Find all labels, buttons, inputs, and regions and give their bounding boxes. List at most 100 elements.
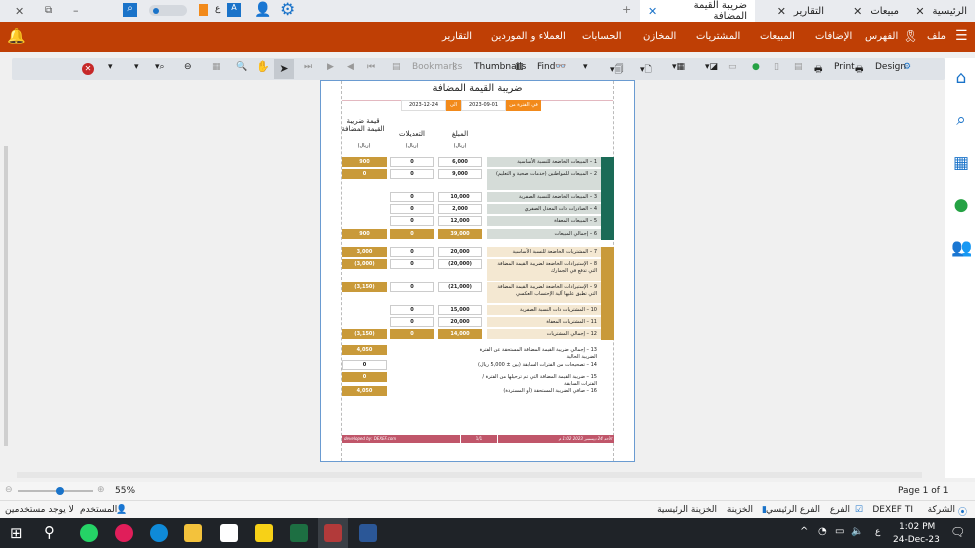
next-page-icon[interactable]: ▶ <box>327 62 334 72</box>
excel-app-icon[interactable] <box>290 524 308 542</box>
bookmarks-button[interactable]: Bookmarks <box>412 62 462 72</box>
home-icon[interactable]: ⌂ <box>951 68 971 88</box>
menu-accounts[interactable]: الحسابات <box>582 31 622 42</box>
dexef-app-active[interactable] <box>318 518 348 548</box>
close-report-icon[interactable]: ✕ <box>82 63 94 75</box>
word-app-icon[interactable] <box>359 524 377 542</box>
sticky-notes-icon[interactable] <box>255 524 273 542</box>
vertical-scrollbar[interactable] <box>3 86 9 466</box>
prev-page-icon[interactable]: ◀ <box>347 62 354 72</box>
summary-label: 14 – تصحيحات من الفترات السابقة (بين ± 5… <box>478 362 597 368</box>
minimize-window-icon[interactable]: – <box>73 4 79 17</box>
slack-app-icon[interactable] <box>115 524 133 542</box>
company-value[interactable]: DEXEF TI <box>872 505 913 515</box>
close-tab-icon[interactable]: ✕ <box>915 5 924 18</box>
close-tab-icon[interactable]: ✕ <box>648 5 657 18</box>
zoom-slider[interactable] <box>18 487 93 495</box>
more-dropdown[interactable]: ▾ <box>583 62 588 72</box>
whatsapp-icon[interactable]: ● <box>951 195 971 215</box>
tab-home[interactable]: الرئيسية ✕ <box>893 0 975 22</box>
tab-bar: ✕ ⧉ – ⌕ ع A 👤 ⚙ + ضريبة القيمة المضافة ✕ … <box>0 0 975 22</box>
network-icon[interactable]: ◔ <box>818 526 827 537</box>
parameters-icon[interactable]: ▤ <box>392 62 401 72</box>
edge-app-icon[interactable] <box>150 524 168 542</box>
menu-addons[interactable]: الإضافات <box>815 31 852 42</box>
treasury-value[interactable]: الخزينة الرئيسية <box>657 505 717 515</box>
whatsapp-send-icon[interactable]: ● <box>752 62 760 72</box>
menu-warehouses[interactable]: المخازن <box>643 31 676 42</box>
quick-print-icon[interactable]: 🖶 <box>814 62 823 78</box>
search-icon[interactable]: ⚲ <box>44 523 55 541</box>
search-icon[interactable]: ⌕ <box>951 110 971 130</box>
printer-icon[interactable]: 🖶 <box>855 62 864 78</box>
email-icon[interactable]: ▭ <box>728 62 737 72</box>
design-button[interactable]: Design <box>875 62 906 72</box>
menu-purchases[interactable]: المشتريات <box>696 31 740 42</box>
menu-sales[interactable]: المبيعات <box>760 31 795 42</box>
hand-tool-icon[interactable]: ✋ <box>256 60 270 73</box>
volume-icon[interactable]: 🔈 <box>851 526 863 537</box>
menu-file[interactable]: ملف <box>927 31 946 42</box>
horizontal-scrollbar[interactable] <box>17 472 922 478</box>
clock-date[interactable]: 24-Dec-23 <box>893 535 940 545</box>
thumbnails-button[interactable]: Thumbnails <box>474 62 526 72</box>
first-page-icon[interactable]: ⏮ <box>367 62 375 72</box>
notification-center-icon[interactable]: 🗨 <box>950 525 965 539</box>
menu-reports[interactable]: التقارير <box>442 31 472 42</box>
close-window-icon[interactable]: ✕ <box>15 5 24 18</box>
zoom-in-icon[interactable]: ⊕ <box>97 485 105 495</box>
select-tool-icon[interactable]: ➤ <box>274 59 294 79</box>
file-explorer-icon[interactable] <box>184 524 202 542</box>
restore-window-icon[interactable]: ⧉ <box>45 5 52 16</box>
calculator-icon[interactable] <box>199 4 208 16</box>
fit-page-icon[interactable]: ▾◪ <box>705 62 718 72</box>
amount-cell: 20,000 <box>438 317 482 327</box>
export-icon[interactable]: ▯ <box>774 62 779 72</box>
tab-vat[interactable]: ضريبة القيمة المضافة ✕ <box>640 0 755 22</box>
clock-time[interactable]: 1:02 PM <box>899 522 935 532</box>
zoom-in-dropdown[interactable]: ▾⌕ <box>155 62 165 72</box>
anydesk-app-icon[interactable] <box>220 524 238 542</box>
menu-index[interactable]: الفهرس <box>865 31 898 42</box>
users-icon[interactable]: 👥 <box>951 238 972 258</box>
zoom-out-icon[interactable]: ⊖ <box>184 62 192 72</box>
page-setup-icon[interactable]: ▤ <box>794 62 803 72</box>
hamburger-menu-icon[interactable]: ☰ <box>955 28 968 44</box>
close-tab-icon[interactable]: ✕ <box>853 5 862 18</box>
search-icon[interactable]: ⌕ <box>123 3 137 17</box>
user-icon: 👤 <box>116 505 128 515</box>
summary-label: 16 – صافي الضريبة المستحقة (أو المستردة) <box>503 388 597 394</box>
notifications-bell-icon[interactable]: 🔔 <box>7 27 26 45</box>
last-page-icon[interactable]: ⏭ <box>304 62 312 72</box>
view-mode-icon[interactable]: ▾▦ <box>672 62 685 72</box>
tray-chevron-icon[interactable]: ^ <box>800 526 808 537</box>
whatsapp-app-icon[interactable] <box>80 524 98 542</box>
windows-start-icon[interactable]: ⊞ <box>10 524 23 542</box>
save-icon[interactable]: ▾🗐 <box>610 62 624 78</box>
theme-toggle[interactable] <box>149 5 187 16</box>
multipage-icon[interactable]: ▦ <box>212 62 221 72</box>
branch-value[interactable]: الفرع الرئيسي <box>766 505 820 515</box>
new-tab-button[interactable]: + <box>622 3 631 16</box>
zoom-tool-icon[interactable]: 🔍 <box>236 62 247 72</box>
close-tab-icon[interactable]: ✕ <box>777 5 786 18</box>
zoom-out-icon[interactable]: ⊖ <box>5 485 13 495</box>
battery-icon[interactable]: ▭ <box>835 526 844 537</box>
vat-cell: (3,150) <box>342 282 387 292</box>
print-button[interactable]: Print <box>834 62 855 72</box>
apps-grid-icon[interactable]: ▦ <box>951 153 971 173</box>
treasury-chart-icon: ▮ <box>762 505 767 515</box>
zoom-slider-thumb[interactable] <box>56 487 65 495</box>
find-binoculars-icon[interactable]: 👓 <box>555 62 566 72</box>
input-language[interactable]: ع <box>875 527 880 537</box>
user-icon[interactable]: 👤 <box>254 2 271 18</box>
find-button[interactable]: Find <box>537 62 555 72</box>
zoom-dropdown[interactable]: ▾ <box>134 62 139 72</box>
translate-icon[interactable]: A <box>227 3 241 17</box>
options-dropdown[interactable]: ▾ <box>108 62 113 72</box>
open-file-icon[interactable]: ▾🗋 <box>640 62 652 78</box>
footer-date: الأحد 24 ديسمبر 2023 1:02 م <box>558 436 612 441</box>
menu-customers-suppliers[interactable]: العملاء و الموردين <box>491 31 566 42</box>
tab-reports[interactable]: التقارير ✕ <box>760 0 832 22</box>
settings-gear-icon[interactable]: ⚙ <box>280 0 295 20</box>
